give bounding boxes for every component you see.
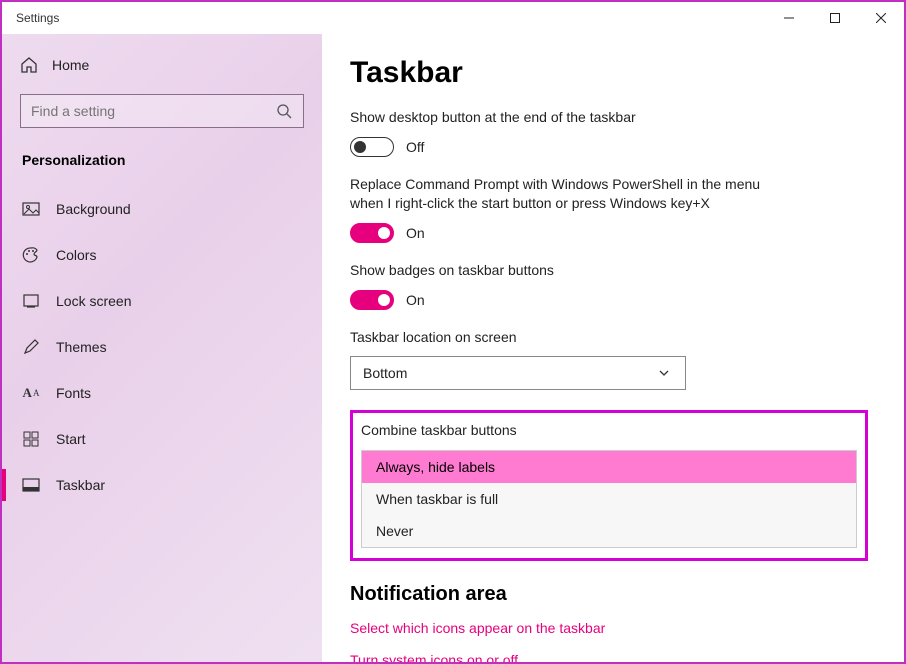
powershell-toggle[interactable] [350, 223, 394, 243]
home-icon [20, 56, 38, 74]
combine-highlight: Combine taskbar buttons Always, hide lab… [350, 410, 868, 561]
section-header: Notification area [350, 583, 868, 606]
sidebar-item-label: Taskbar [56, 477, 105, 493]
combine-option-always[interactable]: Always, hide labels [362, 451, 856, 483]
link-select-icons[interactable]: Select which icons appear on the taskbar [350, 620, 868, 636]
home-label: Home [52, 57, 89, 73]
combine-dropdown[interactable]: Always, hide labels When taskbar is full… [361, 450, 857, 548]
lockscreen-icon [22, 292, 40, 310]
palette-icon [22, 246, 40, 264]
sidebar: Home Personalization Background Colors L… [2, 34, 322, 662]
start-icon [22, 430, 40, 448]
home-nav[interactable]: Home [2, 42, 322, 88]
taskbar-location-select[interactable]: Bottom [350, 356, 686, 390]
sidebar-item-background[interactable]: Background [2, 186, 322, 232]
close-button[interactable] [858, 2, 904, 34]
minimize-button[interactable] [766, 2, 812, 34]
search-icon [275, 102, 293, 120]
toggle-state: Off [406, 139, 424, 155]
select-value: Bottom [363, 365, 407, 381]
app-title: Settings [2, 11, 59, 25]
toggle-state: On [406, 225, 425, 241]
fonts-icon: AA [22, 384, 40, 402]
setting-label: Replace Command Prompt with Windows Powe… [350, 175, 790, 213]
combine-option-full[interactable]: When taskbar is full [362, 483, 856, 515]
sidebar-item-label: Background [56, 201, 131, 217]
setting-label: Taskbar location on screen [350, 328, 790, 347]
sidebar-item-label: Lock screen [56, 293, 131, 309]
titlebar: Settings [2, 2, 904, 34]
setting-label: Show badges on taskbar buttons [350, 261, 790, 280]
maximize-button[interactable] [812, 2, 858, 34]
taskbar-icon [22, 476, 40, 494]
brush-icon [22, 338, 40, 356]
content-area: Taskbar Show desktop button at the end o… [322, 34, 904, 662]
desktop-button-toggle[interactable] [350, 137, 394, 157]
picture-icon [22, 200, 40, 218]
search-field[interactable] [31, 103, 275, 119]
sidebar-item-label: Themes [56, 339, 107, 355]
sidebar-item-fonts[interactable]: AA Fonts [2, 370, 322, 416]
sidebar-item-label: Colors [56, 247, 96, 263]
sidebar-item-label: Start [56, 431, 86, 447]
combine-option-never[interactable]: Never [362, 515, 856, 547]
sidebar-item-colors[interactable]: Colors [2, 232, 322, 278]
sidebar-item-lockscreen[interactable]: Lock screen [2, 278, 322, 324]
link-system-icons[interactable]: Turn system icons on or off [350, 652, 868, 662]
toggle-state: On [406, 292, 425, 308]
chevron-down-icon [655, 364, 673, 382]
setting-label: Combine taskbar buttons [361, 421, 801, 440]
page-title: Taskbar [350, 56, 868, 90]
search-input[interactable] [20, 94, 304, 128]
badges-toggle[interactable] [350, 290, 394, 310]
sidebar-item-themes[interactable]: Themes [2, 324, 322, 370]
category-header: Personalization [2, 146, 322, 186]
sidebar-item-taskbar[interactable]: Taskbar [2, 462, 322, 508]
sidebar-item-label: Fonts [56, 385, 91, 401]
setting-label: Show desktop button at the end of the ta… [350, 108, 790, 127]
window-controls [766, 2, 904, 34]
sidebar-item-start[interactable]: Start [2, 416, 322, 462]
